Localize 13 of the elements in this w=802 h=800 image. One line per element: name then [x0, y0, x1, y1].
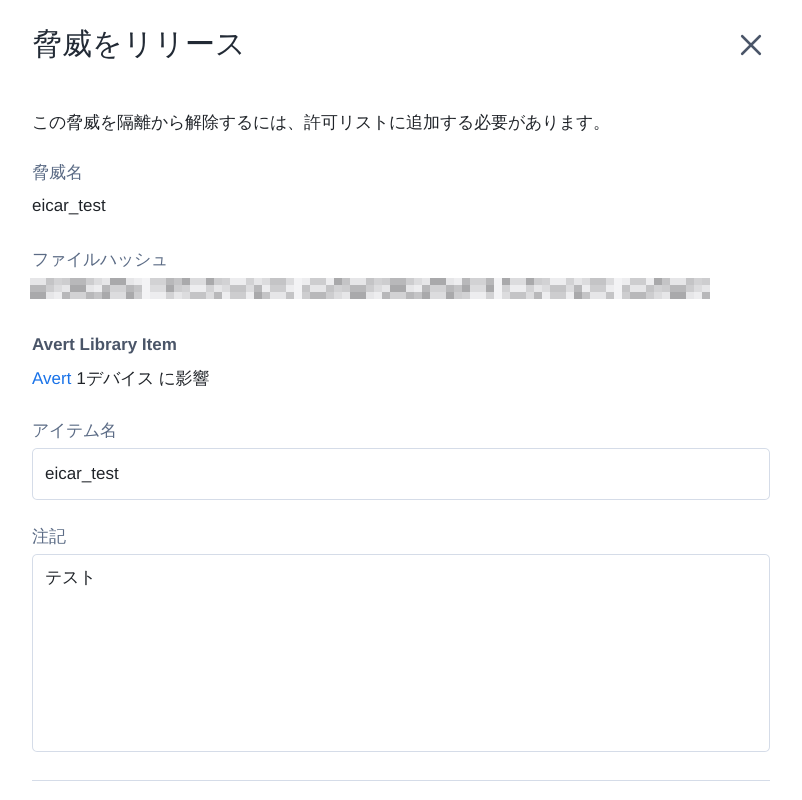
- dialog-title: 脅威をリリース: [32, 27, 246, 63]
- field-label: 脅威名: [32, 162, 84, 184]
- field-label: ファイルハッシュ: [32, 249, 169, 271]
- item-name-input[interactable]: eicar_test: [32, 448, 770, 500]
- field-value: eicar_test: [32, 195, 107, 217]
- notes-textarea[interactable]: テスト: [32, 554, 770, 752]
- field-label: アイテム名: [32, 420, 118, 442]
- description-text: この脅威を隔離から解除するには、許可リストに追加する必要があります。: [32, 112, 611, 134]
- close-icon[interactable]: [740, 34, 762, 56]
- library-heading: Avert Library Item: [32, 334, 178, 356]
- avert-link[interactable]: Avert: [32, 366, 72, 392]
- field-label: 注記: [32, 526, 67, 548]
- affected-devices-text: 1デバイス に影響: [76, 368, 210, 390]
